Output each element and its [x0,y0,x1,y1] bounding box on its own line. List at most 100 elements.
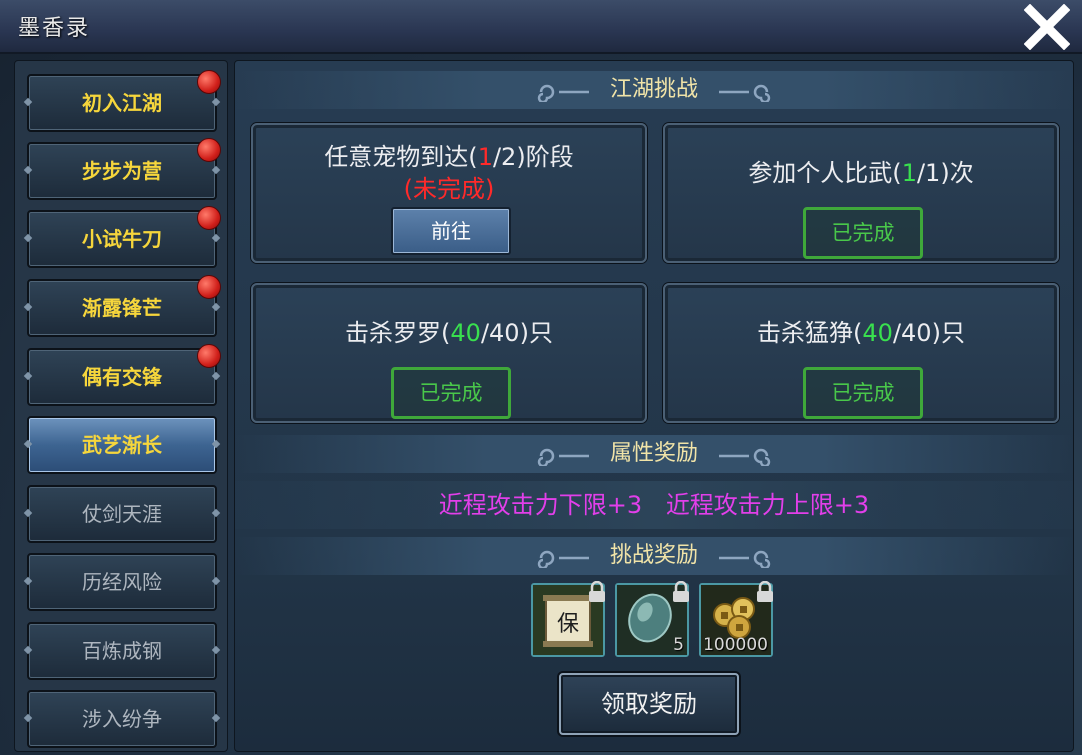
ornament-diamond-icon [23,713,33,723]
reward-slot[interactable]: 5 [615,581,689,657]
task-prefix: 击杀罗罗( [345,319,451,347]
ornament-diamond-icon [23,302,33,312]
notification-dot-icon [197,70,221,94]
challenge-title: 江湖挑战 [609,77,698,102]
attribute-rewards: 近程攻击力下限+3 近程攻击力上限+3 [235,481,1073,529]
reward-header: 挑战奖励 [235,537,1073,575]
sidebar: 初入江湖 步步为营 小试牛刀 渐露锋芒 偶有交锋 武艺渐长 仗剑天涯 历经风险 … [14,60,228,752]
ornament-diamond-icon [211,645,221,655]
attr-title: 属性奖励 [609,441,698,466]
task-suffix: /2)阶段 [492,143,574,171]
ornament-diamond-icon [23,371,33,381]
task-description: 参加个人比武(1/1)次 [665,153,1057,188]
attr-header: 属性奖励 [235,435,1073,473]
svg-text:保: 保 [557,612,579,637]
lock-icon [757,581,773,602]
sidebar-item-label: 历经风险 [82,570,162,594]
sidebar-item-label: 渐露锋芒 [82,296,162,320]
completed-badge: 已完成 [803,367,923,419]
notification-dot-icon [197,344,221,368]
sidebar-item-label: 偶有交锋 [82,365,162,389]
ornament-diamond-icon [211,165,221,175]
ornament-diamond-icon [211,97,221,107]
task-suffix: /40)只 [480,319,553,347]
sidebar-item-bu-bu-wei-ying[interactable]: 步步为营 [23,138,221,200]
ornament-diamond-icon [211,233,221,243]
sidebar-item-label: 涉入纷争 [82,707,162,731]
ornament-diamond-icon [211,576,221,586]
sidebar-item-wu-yi-jian-zhang[interactable]: 武艺渐长 [23,416,221,474]
task-prefix: 参加个人比武( [748,159,902,187]
cloud-ornament-right-icon [719,550,771,568]
close-icon [1023,3,1071,51]
sidebar-item-bai-lian-cheng-gang[interactable]: 百炼成钢 [23,622,221,680]
task-progress: 40 [450,319,481,347]
ornament-diamond-icon [23,508,33,518]
task-description: 击杀猛狰(40/40)只 [665,313,1057,348]
task-prefix: 击杀猛狰( [757,319,863,347]
cloud-ornament-left-icon [537,550,589,568]
task-card: 任意宠物到达(1/2)阶段 (未完成) 前往 [251,123,647,263]
task-card: 击杀猛狰(40/40)只 已完成 [663,283,1059,423]
task-description: 击杀罗罗(40/40)只 [253,313,645,348]
sidebar-item-jian-lu-feng-mang[interactable]: 渐露锋芒 [23,275,221,337]
task-card: 参加个人比武(1/1)次 已完成 [663,123,1059,263]
ornament-diamond-icon [211,508,221,518]
task-progress: 1 [477,143,493,171]
lock-icon [673,581,689,602]
sidebar-item-label: 初入江湖 [82,91,162,115]
task-suffix: /1)次 [916,159,974,187]
reward-slot[interactable]: 100000 [699,581,773,657]
sidebar-item-ou-you-jiao-feng[interactable]: 偶有交锋 [23,344,221,406]
go-button[interactable]: 前往 [391,207,511,255]
lock-icon [589,581,605,602]
ornament-diamond-icon [23,97,33,107]
sidebar-item-label: 武艺渐长 [82,433,162,457]
notification-dot-icon [197,275,221,299]
reward-slot[interactable]: 保 [531,581,605,657]
ornament-diamond-icon [23,439,33,449]
attr-reward-item: 近程攻击力下限+3 [438,491,643,519]
sidebar-item-li-jing-feng-xian[interactable]: 历经风险 [23,553,221,611]
main-panel: 江湖挑战 任意宠物到达(1/2)阶段 (未完成) 前往 参加个人比武(1/1)次… [234,60,1074,752]
sidebar-item-label: 百炼成钢 [82,639,162,663]
completed-badge: 已完成 [391,367,511,419]
reward-title: 挑战奖励 [609,543,698,568]
task-progress: 40 [862,319,893,347]
ornament-diamond-icon [211,713,221,723]
cloud-ornament-left-icon [537,84,589,102]
window-title: 墨香录 [18,16,91,41]
cloud-ornament-right-icon [719,84,771,102]
claim-reward-button[interactable]: 领取奖励 [559,673,739,735]
task-description: 任意宠物到达(1/2)阶段 [253,137,645,172]
sidebar-item-xiao-shi-niu-dao[interactable]: 小试牛刀 [23,206,221,268]
cloud-ornament-right-icon [719,448,771,466]
task-prefix: 任意宠物到达( [324,143,478,171]
ornament-diamond-icon [23,165,33,175]
ornament-diamond-icon [23,576,33,586]
ornament-diamond-icon [23,233,33,243]
completed-badge: 已完成 [803,207,923,259]
sidebar-item-label: 小试牛刀 [82,227,162,251]
sidebar-item-zhang-jian-tian-ya[interactable]: 仗剑天涯 [23,485,221,543]
sidebar-item-label: 步步为营 [82,159,162,183]
ornament-diamond-icon [211,439,221,449]
notification-dot-icon [197,206,221,230]
task-status: (未完成) [403,175,495,203]
challenge-header: 江湖挑战 [235,71,1073,109]
sidebar-item-she-ru-fen-zheng[interactable]: 涉入纷争 [23,690,221,748]
item-count: 5 [673,635,684,655]
ornament-diamond-icon [211,371,221,381]
title-bar: 墨香录 [0,0,1082,54]
task-card: 击杀罗罗(40/40)只 已完成 [251,283,647,423]
task-progress: 1 [901,159,917,187]
notification-dot-icon [197,138,221,162]
ornament-diamond-icon [23,645,33,655]
item-count: 100000 [703,635,768,655]
sidebar-item-label: 仗剑天涯 [82,502,162,526]
close-button[interactable] [1023,3,1071,51]
ornament-diamond-icon [211,302,221,312]
attr-reward-item: 近程攻击力上限+3 [665,491,870,519]
sidebar-item-chu-ru-jiang-hu[interactable]: 初入江湖 [23,70,221,132]
task-suffix: /40)只 [892,319,965,347]
